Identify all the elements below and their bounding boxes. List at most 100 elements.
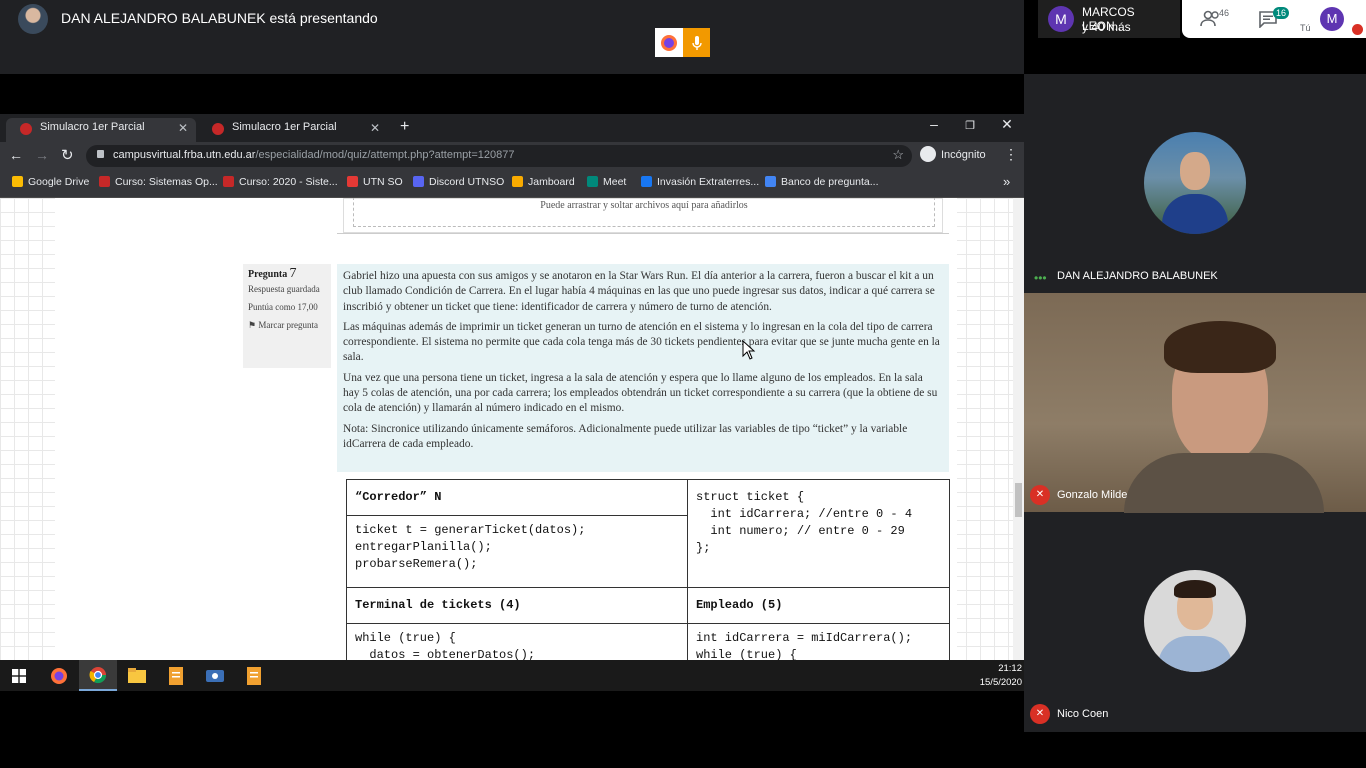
question-text: Gabriel hizo una apuesta con sus amigos … xyxy=(337,264,949,472)
participants-count: 46 xyxy=(1219,8,1230,18)
lock-icon xyxy=(97,150,104,158)
system-clock[interactable]: 21:12 15/5/2020 xyxy=(960,662,1022,690)
bookmark-facebook[interactable]: Invasión Extraterres... xyxy=(641,176,759,188)
microphone-icon[interactable] xyxy=(683,28,710,57)
question-paragraph: Las máquinas además de imprimir un ticke… xyxy=(343,320,940,364)
bookmark-banco[interactable]: Banco de pregunta... xyxy=(765,176,879,188)
tab-strip: Simulacro 1er Parcial ✕ Simulacro 1er Pa… xyxy=(0,114,1024,142)
url-host: campusvirtual.frba.utn.edu.ar xyxy=(113,149,256,161)
close-icon[interactable]: ✕ xyxy=(370,121,380,135)
question-status: Respuesta guardada xyxy=(248,284,320,294)
more-bookmarks-icon[interactable]: » xyxy=(1003,174,1010,189)
participant-name: DAN ALEJANDRO BALABUNEK xyxy=(1057,270,1218,282)
scrollbar[interactable] xyxy=(1013,198,1024,660)
discord-icon xyxy=(413,176,424,187)
moodle-icon xyxy=(99,176,110,187)
clock-date: 15/5/2020 xyxy=(979,677,1022,688)
dropzone-text: Puede arrastrar y soltar archivos aquí p… xyxy=(353,198,935,227)
participants-column: ••• DAN ALEJANDRO BALABUNEK ✕ Gonzalo Mi… xyxy=(1024,74,1366,732)
slack-icon xyxy=(347,176,358,187)
presenter-bar: DAN ALEJANDRO BALABUNEK está presentando xyxy=(0,0,1024,74)
firefox-icon[interactable] xyxy=(40,660,78,691)
menu-icon[interactable]: ⋮ xyxy=(1004,146,1018,163)
incognito-icon xyxy=(920,146,936,162)
code-table: “Corredor” N struct ticket { int idCarre… xyxy=(346,479,950,660)
incognito-label: Incógnito xyxy=(941,149,986,161)
page-content: Puede arrastrar y soltar archivos aquí p… xyxy=(0,198,1024,660)
presenter-text: DAN ALEJANDRO BALABUNEK está presentando xyxy=(61,10,378,26)
participant-avatar xyxy=(1144,570,1246,672)
moodle-icon xyxy=(20,123,32,135)
file-dropzone[interactable]: Puede arrastrar y soltar archivos aquí p… xyxy=(343,198,943,233)
minimize-icon[interactable]: – xyxy=(916,116,952,132)
mic-off-icon: ✕ xyxy=(1030,704,1050,724)
mouse-cursor-icon xyxy=(742,340,756,360)
flag-question[interactable]: ⚑ Marcar pregunta xyxy=(248,320,326,331)
star-icon[interactable]: ☆ xyxy=(892,147,904,163)
employee-header: Empleado (5) xyxy=(687,587,950,624)
new-tab-icon[interactable]: + xyxy=(400,118,409,136)
question-paragraph: Gabriel hizo una apuesta con sus amigos … xyxy=(343,270,935,313)
participant-more: y 40 más xyxy=(1082,20,1131,34)
reload-icon[interactable]: ↻ xyxy=(61,146,74,164)
speaking-icon: ••• xyxy=(1034,271,1047,285)
bookmark-jamboard[interactable]: Jamboard xyxy=(512,176,575,188)
meet-icon xyxy=(587,176,598,187)
clock-time: 21:12 xyxy=(998,663,1022,674)
app-icon[interactable] xyxy=(196,660,234,691)
moodle-icon xyxy=(223,176,234,187)
bookmarks-bar: Google Drive Curso: Sistemas Op... Curso… xyxy=(0,170,1024,198)
participant-video[interactable]: ✕ Gonzalo Milde xyxy=(1024,293,1366,513)
browser-toolbar: ← → ↻ campusvirtual.frba.utn.edu.ar/espe… xyxy=(0,142,1024,170)
address-bar[interactable]: campusvirtual.frba.utn.edu.ar/especialid… xyxy=(86,145,912,167)
bookmark-meet[interactable]: Meet xyxy=(587,176,626,188)
bookmark-curso-2020[interactable]: Curso: 2020 - Siste... xyxy=(223,176,338,188)
presenter-avatar xyxy=(18,4,48,34)
bookmark-utn-so[interactable]: UTN SO xyxy=(347,176,403,188)
question-label: Pregunta xyxy=(248,269,288,280)
document-icon[interactable] xyxy=(157,660,195,691)
facebook-icon xyxy=(641,176,652,187)
self-avatar[interactable]: M xyxy=(1320,7,1344,31)
tab-inactive[interactable]: Simulacro 1er Parcial ✕ xyxy=(198,118,388,142)
mic-off-icon: ✕ xyxy=(1030,485,1050,505)
file-explorer-icon[interactable] xyxy=(118,660,156,691)
window-close-icon[interactable]: ✕ xyxy=(989,116,1025,133)
bookmark-google-drive[interactable]: Google Drive xyxy=(12,176,89,188)
restore-icon[interactable]: ❐ xyxy=(952,119,988,132)
tab-label: Simulacro 1er Parcial xyxy=(40,121,145,133)
moodle-icon xyxy=(212,123,224,135)
runner-code: ticket t = generarTicket(datos); entrega… xyxy=(346,515,688,588)
tab-active[interactable]: Simulacro 1er Parcial ✕ xyxy=(6,118,196,142)
forward-icon[interactable]: → xyxy=(35,147,49,163)
runner-header: “Corredor” N xyxy=(346,479,688,516)
browser-window: Simulacro 1er Parcial ✕ Simulacro 1er Pa… xyxy=(0,114,1024,198)
divider xyxy=(337,233,949,234)
windows-start-icon[interactable] xyxy=(0,660,38,691)
back-icon[interactable]: ← xyxy=(9,147,23,163)
incognito-indicator[interactable]: Incógnito xyxy=(920,146,986,162)
struct-code: struct ticket { int idCarrera; //entre 0… xyxy=(687,479,950,588)
tab-label: Simulacro 1er Parcial xyxy=(232,121,337,133)
scrollbar-thumb[interactable] xyxy=(1015,483,1022,517)
participant-avatar xyxy=(1144,132,1246,234)
jamboard-icon xyxy=(512,176,523,187)
url-path: /especialidad/mod/quiz/attempt.php?attem… xyxy=(255,149,515,161)
mic-off-icon xyxy=(1352,24,1363,35)
question-paragraph: Nota: Sincronice utilizando únicamente s… xyxy=(343,422,908,450)
employee-code: int idCarrera = miIdCarrera(); while (tr… xyxy=(687,623,950,660)
avatar: M xyxy=(1048,6,1074,32)
close-icon[interactable]: ✕ xyxy=(178,121,188,135)
bookmark-discord[interactable]: Discord UTNSO xyxy=(413,176,504,188)
participants-preview[interactable]: M MARCOS LEON... y 40 más xyxy=(1038,0,1180,38)
bookmark-curso-sistemas[interactable]: Curso: Sistemas Op... xyxy=(99,176,218,188)
document-icon[interactable] xyxy=(235,660,273,691)
terminal-code: while (true) { datos = obtenerDatos(); xyxy=(346,623,688,660)
firefox-icon[interactable] xyxy=(655,28,683,57)
chrome-icon[interactable] xyxy=(79,660,117,691)
participant-name: Nico Coen xyxy=(1057,708,1109,720)
question-paragraph: Una vez que una persona tiene un ticket,… xyxy=(343,371,938,415)
document-icon xyxy=(765,176,776,187)
flag-icon: ⚑ xyxy=(248,320,259,330)
question-score: Puntúa como 17,00 xyxy=(248,302,318,312)
